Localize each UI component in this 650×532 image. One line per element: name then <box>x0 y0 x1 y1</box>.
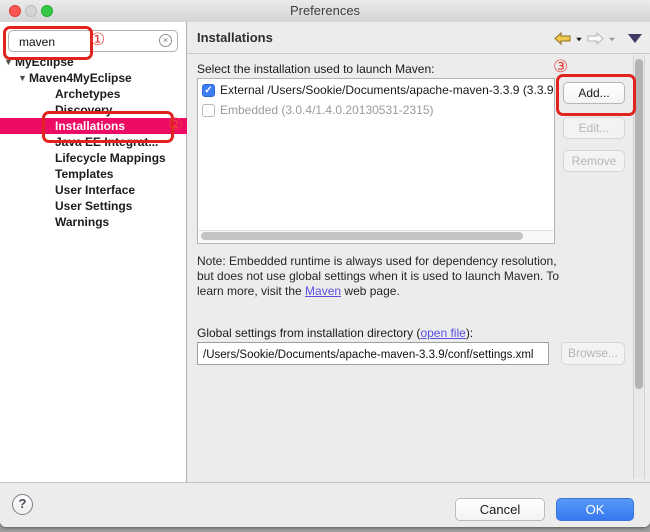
preferences-window: Preferences × ▼ MyEclipse ▼ Maven4MyEcli… <box>0 0 650 527</box>
collapse-arrow-icon[interactable]: ▼ <box>4 54 13 70</box>
preferences-sidebar: × ▼ MyEclipse ▼ Maven4MyEclipse Archetyp… <box>0 22 187 482</box>
installations-panel: Installations Select the installation us… <box>187 22 650 482</box>
installation-label: External /Users/Sookie/Documents/apache-… <box>220 81 554 99</box>
open-file-link[interactable]: open file <box>420 326 465 340</box>
help-button[interactable]: ? <box>12 494 33 515</box>
tree-item-user-settings[interactable]: User Settings <box>0 198 187 214</box>
ok-button[interactable]: OK <box>556 498 634 521</box>
annotation-step-3: ③ <box>553 58 568 75</box>
tree-item-user-interface[interactable]: User Interface <box>0 182 187 198</box>
dialog-footer: ? Cancel OK <box>0 482 650 527</box>
clear-search-icon[interactable]: × <box>159 34 172 47</box>
back-arrow-icon[interactable] <box>554 32 571 45</box>
installation-row-embedded[interactable]: Embedded (3.0.4/1.4.0.20130531-2315) <box>202 101 554 119</box>
forward-history-dropdown-icon[interactable] <box>609 37 615 41</box>
search-input[interactable] <box>17 32 156 52</box>
back-history-dropdown-icon[interactable] <box>576 37 582 41</box>
vertical-scrollbar-thumb[interactable] <box>635 59 643 389</box>
tree-item-java-ee-integration[interactable]: Java EE Integrat... <box>0 134 187 150</box>
forward-arrow-icon[interactable] <box>587 32 604 45</box>
maven-link[interactable]: Maven <box>305 284 341 298</box>
installation-label: Embedded (3.0.4/1.4.0.20130531-2315) <box>220 101 434 119</box>
select-installation-label: Select the installation used to launch M… <box>197 62 434 76</box>
tree-item-archetypes[interactable]: Archetypes <box>0 86 187 102</box>
settings-path-input[interactable] <box>201 345 549 364</box>
tree-item-myeclipse[interactable]: ▼ MyEclipse <box>0 54 187 70</box>
installations-list[interactable]: ✓ External /Users/Sookie/Documents/apach… <box>197 78 555 244</box>
tree-item-discovery[interactable]: Discovery <box>0 102 187 118</box>
horizontal-scrollbar[interactable] <box>199 230 553 242</box>
tree-item-templates[interactable]: Templates <box>0 166 187 182</box>
preferences-tree: ▼ MyEclipse ▼ Maven4MyEclipse Archetypes… <box>0 54 187 230</box>
checkbox-unchecked-icon[interactable] <box>202 104 215 117</box>
vertical-scrollbar[interactable] <box>633 55 645 479</box>
remove-button: Remove <box>563 150 625 172</box>
tree-item-warnings[interactable]: Warnings <box>0 214 187 230</box>
horizontal-scrollbar-thumb[interactable] <box>201 232 523 240</box>
filter-search-field[interactable]: × <box>8 30 178 52</box>
tree-item-maven4myeclipse[interactable]: ▼ Maven4MyEclipse <box>0 70 187 86</box>
tree-item-lifecycle-mappings[interactable]: Lifecycle Mappings <box>0 150 187 166</box>
installation-row-external[interactable]: ✓ External /Users/Sookie/Documents/apach… <box>202 81 554 99</box>
cancel-button[interactable]: Cancel <box>455 498 545 521</box>
panel-title: Installations <box>197 22 273 54</box>
edit-button: Edit... <box>563 117 625 139</box>
panel-header: Installations <box>187 22 650 54</box>
browse-button: Browse... <box>561 342 625 365</box>
embedded-runtime-note: Note: Embedded runtime is always used fo… <box>197 254 565 299</box>
global-settings-label: Global settings from installation direct… <box>197 326 473 340</box>
checkbox-checked-icon[interactable]: ✓ <box>202 84 215 97</box>
window-title: Preferences <box>0 0 650 22</box>
add-button[interactable]: Add... <box>563 82 625 104</box>
view-menu-icon[interactable] <box>628 34 642 43</box>
tree-item-installations[interactable]: Installations <box>0 118 187 134</box>
global-settings-path-field[interactable] <box>197 342 549 365</box>
title-bar: Preferences <box>0 0 650 23</box>
collapse-arrow-icon[interactable]: ▼ <box>18 70 27 86</box>
